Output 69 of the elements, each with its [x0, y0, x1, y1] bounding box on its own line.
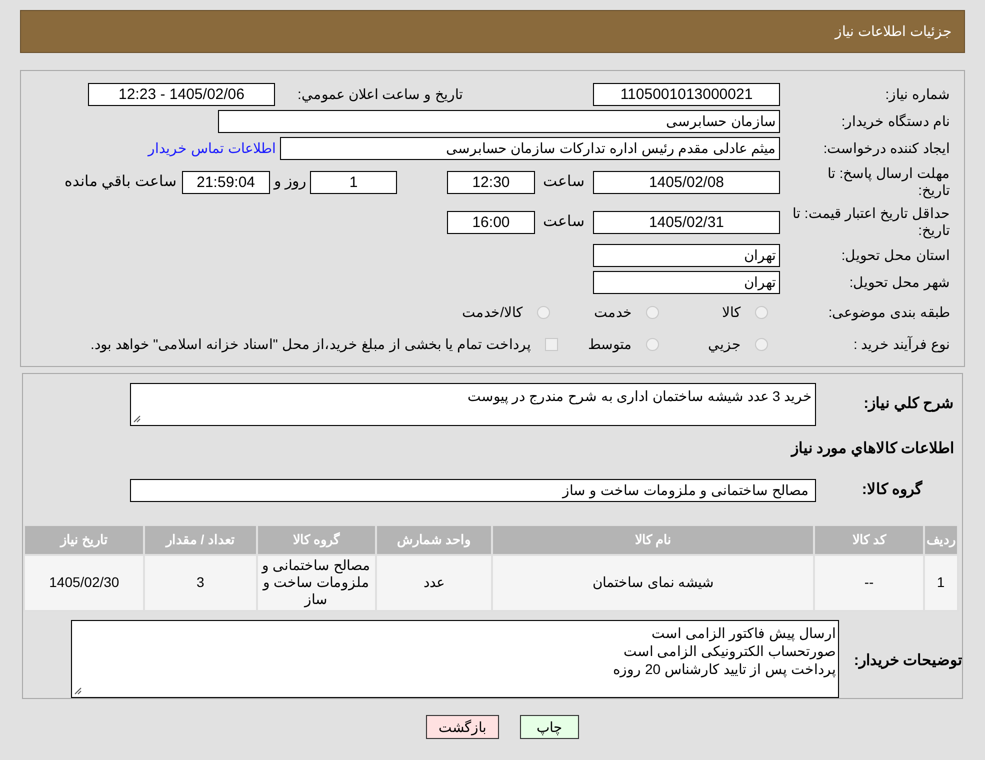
- checkbox[interactable]: [545, 338, 558, 350]
- field-label: ساعت: [542, 172, 586, 192]
- field-label: شهر محل تحويل:: [848, 273, 950, 292]
- notes-line: صورتحساب الکترونیکی الزامی است: [622, 642, 836, 660]
- radio-button[interactable]: [755, 338, 768, 350]
- text-field[interactable]: 1: [310, 170, 397, 194]
- countdown-field[interactable]: 21:59:04: [182, 170, 270, 194]
- table-header: تاريخ نياز: [24, 524, 144, 554]
- text-field[interactable]: 1105001013000021: [593, 83, 780, 106]
- payment-note: پرداخت تمام یا بخشی از مبلغ خرید،از محل "اسناد خزانه اسلامی" خواهد بود.: [90, 334, 531, 354]
- table-cell: شیشه نمای ساختمان: [492, 554, 814, 610]
- field-label: توضيحات خريدار:: [852, 650, 962, 671]
- table-header: گروه كالا: [256, 524, 376, 554]
- radio-label: كالا/خدمت: [461, 302, 523, 322]
- resize-grip-icon[interactable]: [74, 686, 82, 694]
- description-text: خرید 3 عدد شیشه ساختمان اداری به شرح مندرج در پیوست: [467, 388, 812, 404]
- text-field[interactable]: میثم عادلی مقدم رئیس اداره تدارکات سازمان حسابرسی: [280, 137, 780, 160]
- print-button[interactable]: چاپ: [520, 715, 579, 739]
- table-cell: --: [814, 554, 924, 610]
- header-title: جزئيات اطلاعات نیاز: [835, 22, 952, 42]
- table-header: تعداد / مقدار: [144, 524, 257, 554]
- field-label: تاريخ و ساعت اعلان عمومي:: [296, 85, 463, 104]
- text-field[interactable]: تهران: [593, 244, 780, 267]
- field-label: استان محل تحويل:: [840, 246, 950, 266]
- radio-button[interactable]: [755, 306, 768, 318]
- radio-button[interactable]: [646, 306, 659, 318]
- radio-label: خدمت: [593, 302, 632, 322]
- section-heading: اطلاعات كالاهاي مورد نياز: [790, 439, 955, 459]
- text-field[interactable]: 1405/02/08: [593, 170, 780, 194]
- table-header: كد كالا: [814, 524, 924, 554]
- table-cell: 1: [924, 554, 958, 610]
- field-label: ساعت: [542, 212, 586, 232]
- resize-grip-icon[interactable]: [133, 415, 141, 423]
- text-field[interactable]: تهران: [593, 271, 780, 294]
- text-field[interactable]: 1405/02/31: [593, 210, 780, 234]
- notes-line: پرداخت پس از تایید کارشناس 20 روزه: [612, 660, 836, 678]
- field-label: شرح كلي نياز:: [862, 394, 955, 414]
- field-label: روز و: [274, 172, 306, 192]
- text-field[interactable]: 16:00: [447, 210, 535, 234]
- table-header: نام كالا: [492, 524, 814, 554]
- field-label: حداقل تاريخ اعتبار قيمت: تا تاریخ:: [792, 205, 950, 239]
- buyer-notes-box[interactable]: ارسال پیش فاکتور الزامی است صورتحساب الکترونیکی الزامی است پرداخت پس از تایید کارشناس 20 روزه: [71, 620, 839, 698]
- notes-line: ارسال پیش فاکتور الزامی است: [650, 624, 836, 642]
- buyer-contact-link[interactable]: اطلاعات تماس خريدار: [148, 138, 276, 159]
- text-field[interactable]: 12:30: [447, 170, 535, 194]
- table-header: رديف: [924, 524, 958, 554]
- text-field[interactable]: مصالح ساختمانی و ملزومات ساخت و ساز: [130, 478, 816, 502]
- table-cell: 1405/02/30: [24, 554, 144, 610]
- radio-label: كالا: [721, 302, 741, 322]
- table-cell: عدد: [376, 554, 492, 610]
- field-label: نام دستگاه خريدار:: [840, 112, 950, 132]
- field-label: مهلت ارسال پاسخ: تا تاریخ:: [826, 165, 950, 199]
- field-label: طبقه بندی موضوعی:: [827, 302, 950, 322]
- radio-label: متوسط: [588, 334, 632, 354]
- radio-button[interactable]: [537, 306, 550, 318]
- table-header: واحد شمارش: [376, 524, 492, 554]
- description-box[interactable]: خرید 3 عدد شیشه ساختمان اداری به شرح مندرج در پیوست: [130, 383, 816, 426]
- back-button[interactable]: بازگشت: [426, 715, 499, 739]
- field-label: گروه كالا:: [860, 479, 924, 500]
- radio-label: جزيي: [707, 334, 741, 354]
- field-label: ایجاد کننده درخواست:: [822, 139, 950, 158]
- table-cell: مصالح ساختمانی و ملزومات ساخت و ساز: [256, 554, 376, 610]
- field-label: ساعت باقي مانده: [64, 172, 177, 192]
- table-cell: 3: [144, 554, 257, 610]
- radio-button[interactable]: [646, 338, 659, 350]
- text-field[interactable]: سازمان حسابرسی: [218, 110, 780, 133]
- text-field[interactable]: 1405/02/06 - 12:23: [88, 83, 275, 106]
- field-label: نوع فرآیند خرید :: [852, 334, 950, 354]
- field-label: شماره نیاز:: [884, 85, 950, 104]
